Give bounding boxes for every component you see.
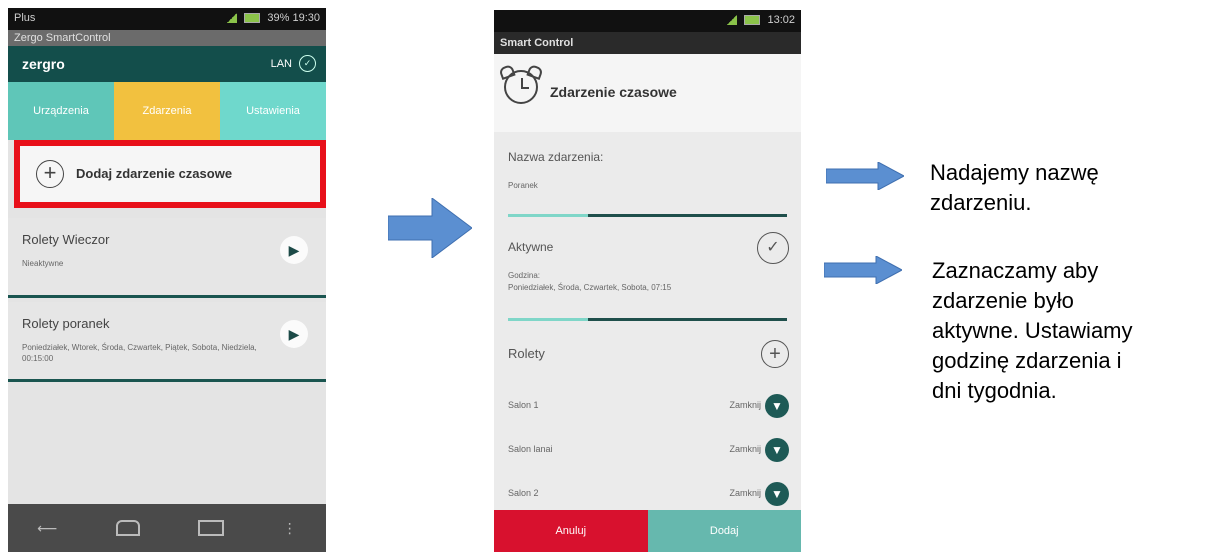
form-footer: Anuluj Dodaj: [494, 510, 801, 552]
battery-icon: [744, 15, 761, 26]
tab-bar: Urządzenia Zdarzenia Ustawienia: [8, 82, 326, 140]
timed-event-form-screen: 13:02 Smart Control Zdarzenie czasowe Na…: [494, 10, 801, 552]
roller-action: Zamknij: [729, 488, 761, 498]
active-check-icon[interactable]: ✓: [757, 232, 789, 264]
time-value: Poniedziałek, Środa, Czwartek, Sobota, 0…: [508, 283, 672, 292]
alarm-clock-icon: [504, 70, 538, 104]
status-right: 13:02: [727, 14, 795, 26]
annotation-line: zdarzeniu.: [930, 190, 1032, 215]
annotation-line: godzinę zdarzenia i: [932, 348, 1122, 373]
add-button[interactable]: Dodaj: [647, 510, 801, 552]
list-item[interactable]: Rolety poranek Poniedziałek, Wtorek, Śro…: [8, 302, 326, 382]
add-roller-icon[interactable]: +: [761, 340, 789, 368]
page-title: Zdarzenie czasowe: [550, 84, 677, 100]
roller-action: Zamknij: [729, 444, 761, 454]
app-titlebar: Smart Control: [494, 32, 801, 54]
add-timed-event-button[interactable]: + Dodaj zdarzenie czasowe: [14, 140, 326, 208]
home-icon[interactable]: [115, 520, 140, 536]
status-bar: 13:02: [494, 10, 801, 32]
lan-label: LAN: [270, 58, 292, 70]
annotation-line: Nadajemy nazwę: [930, 160, 1099, 185]
roller-name: Salon lanai: [508, 444, 553, 454]
annotation-active: Zaznaczamy aby zdarzenie było aktywne. U…: [932, 256, 1133, 406]
recent-apps-icon[interactable]: [198, 520, 225, 536]
roller-name: Salon 2: [508, 488, 539, 498]
next-arrow-icon: [388, 198, 472, 258]
back-icon[interactable]: ⟵: [37, 520, 57, 537]
event-description: Poniedziałek, Wtorek, Środa, Czwartek, P…: [22, 343, 257, 363]
annotation-line: dni tygodnia.: [932, 378, 1057, 403]
status-right: 39% 19:30: [227, 12, 320, 24]
play-button[interactable]: ▶: [280, 320, 308, 348]
time-label: Godzina:: [508, 271, 541, 280]
lan-status-icon: ✓: [299, 55, 316, 72]
event-name-label: Nazwa zdarzenia:: [508, 150, 604, 164]
event-name-value: Poranek: [508, 181, 538, 190]
event-title: Rolety poranek: [22, 316, 110, 331]
tab-settings[interactable]: Ustawienia: [220, 82, 326, 140]
event-name-field[interactable]: Nazwa zdarzenia: Poranek: [494, 132, 801, 226]
event-description: Nieaktywne: [22, 259, 64, 268]
annotation-name: Nadajemy nazwę zdarzeniu.: [930, 158, 1099, 218]
tab-devices[interactable]: Urządzenia: [8, 82, 114, 140]
carrier-label: Plus: [14, 12, 36, 24]
app-header: zergro LAN ✓: [8, 46, 326, 82]
roller-name: Salon 1: [508, 400, 539, 410]
event-title: Rolety Wieczor: [22, 232, 110, 247]
section-divider-accent: [508, 318, 588, 321]
active-label: Aktywne: [508, 240, 554, 254]
events-list-screen: Plus 39% 19:30 Zergo SmartControl zergro…: [8, 8, 326, 552]
status-bar: Plus 39% 19:30: [8, 8, 326, 30]
annotation-line: Zaznaczamy aby: [932, 258, 1099, 283]
chevron-down-icon[interactable]: ▼: [765, 438, 789, 462]
list-item[interactable]: Salon 2 Zamknij ▼: [494, 478, 801, 514]
annotation-arrow-icon: [824, 256, 902, 284]
chevron-down-icon[interactable]: ▼: [765, 482, 789, 506]
list-item[interactable]: Salon 1 Zamknij ▼: [494, 390, 801, 426]
signal-icon: [727, 15, 738, 26]
battery-icon: [244, 13, 261, 24]
status-time: 13:02: [767, 14, 795, 26]
tab-events[interactable]: Zdarzenia: [114, 82, 220, 140]
battery-time: 39% 19:30: [267, 12, 320, 24]
active-section[interactable]: Aktywne ✓ Godzina: Poniedziałek, Środa, …: [494, 226, 801, 324]
add-event-label: Dodaj zdarzenie czasowe: [76, 166, 233, 181]
annotation-arrow-icon: [826, 162, 904, 190]
signal-icon: [227, 13, 238, 24]
form-header: Zdarzenie czasowe: [494, 54, 801, 132]
rollers-label: Rolety: [508, 346, 545, 361]
cancel-button[interactable]: Anuluj: [494, 510, 648, 552]
roller-action: Zamknij: [729, 400, 761, 410]
play-button[interactable]: ▶: [280, 236, 308, 264]
list-item[interactable]: Rolety Wieczor Nieaktywne ▶: [8, 218, 326, 298]
annotation-line: zdarzenie było: [932, 288, 1074, 313]
annotation-line: aktywne. Ustawiamy: [932, 318, 1133, 343]
field-underline-accent: [508, 214, 588, 217]
list-item[interactable]: Salon lanai Zamknij ▼: [494, 434, 801, 470]
app-titlebar: Zergo SmartControl: [8, 30, 326, 46]
logo: zergro: [22, 56, 65, 72]
menu-icon[interactable]: ⋮: [283, 520, 297, 537]
rollers-section: Rolety +: [494, 334, 801, 384]
system-navbar: ⟵ ⋮: [8, 504, 326, 552]
chevron-down-icon[interactable]: ▼: [765, 394, 789, 418]
plus-circle-icon: +: [36, 160, 64, 188]
